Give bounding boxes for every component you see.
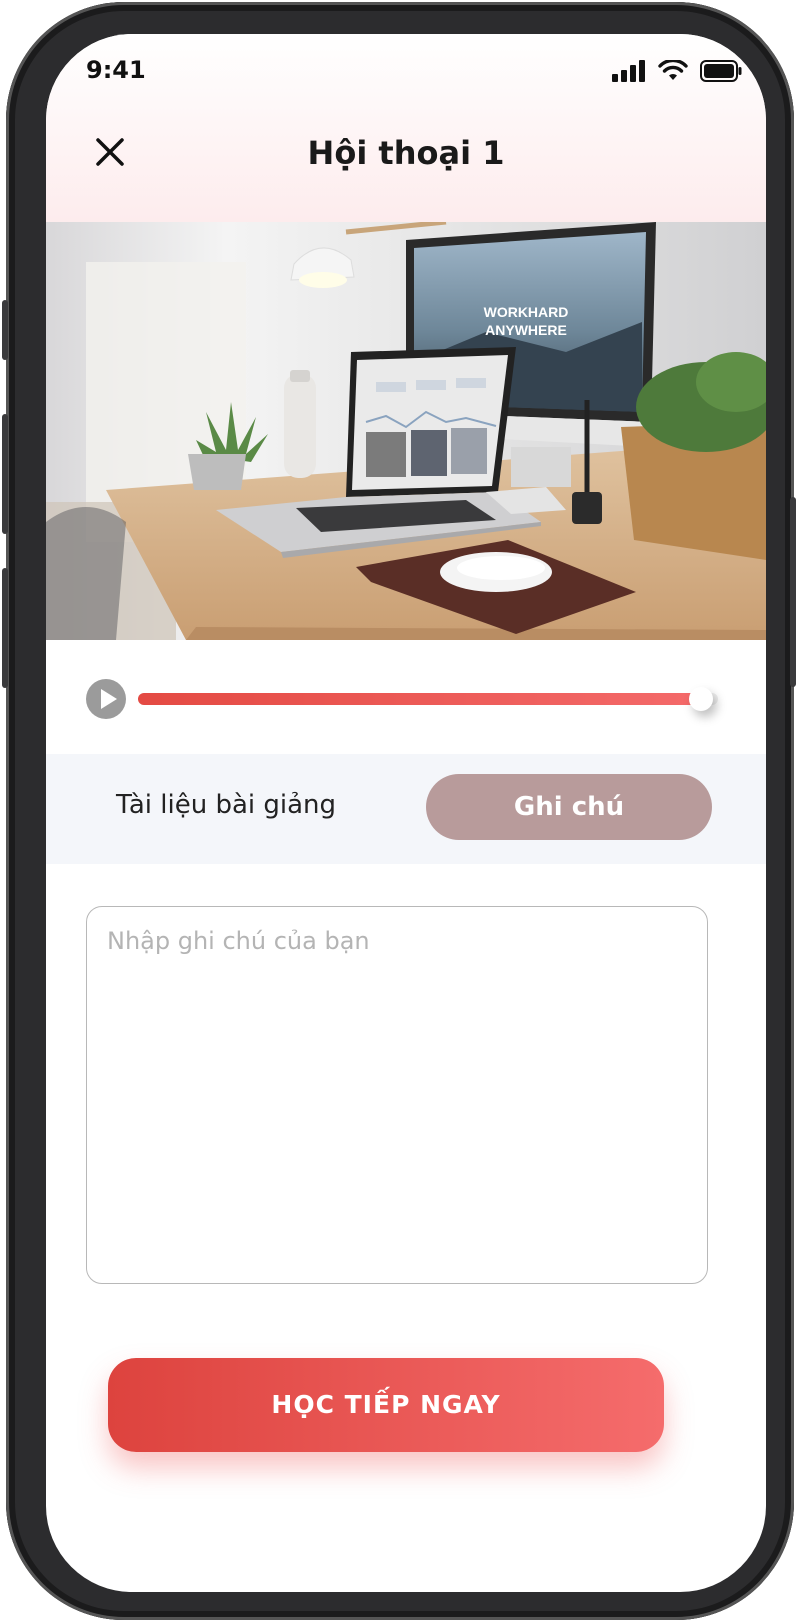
phone-frame: 9:41 Hội thoại 1 WORKHARD ANYWHERE Tài l… <box>2 2 796 1620</box>
battery-icon <box>700 60 742 82</box>
power-button <box>790 497 796 687</box>
play-icon <box>101 689 117 709</box>
screen: 9:41 Hội thoại 1 WORKHARD ANYWHERE Tài l… <box>46 34 766 1592</box>
note-box <box>86 906 708 1284</box>
page-title: Hội thoại 1 <box>307 134 505 172</box>
monitor-text-2: ANYWHERE <box>485 322 567 338</box>
volume-down-button <box>2 568 8 688</box>
note-input[interactable] <box>105 925 689 1269</box>
progress-track[interactable] <box>138 687 718 711</box>
play-button[interactable] <box>86 679 126 719</box>
continue-learning-button[interactable]: HỌC TIẾP NGAY <box>108 1358 664 1452</box>
tab-lecture-materials[interactable]: Tài liệu bài giảng <box>116 790 336 820</box>
status-time: 9:41 <box>86 56 146 84</box>
lesson-image: WORKHARD ANYWHERE <box>46 222 766 640</box>
volume-up-button <box>2 414 8 534</box>
monitor-text-1: WORKHARD <box>484 304 569 320</box>
tab-bar: Tài liệu bài giảng Ghi chú <box>46 754 766 864</box>
signal-icon <box>612 60 645 82</box>
progress-fill <box>138 693 701 705</box>
audio-player <box>86 679 746 729</box>
wifi-icon <box>658 60 688 80</box>
status-icons <box>612 60 742 82</box>
tab-notes[interactable]: Ghi chú <box>426 774 712 840</box>
mute-switch <box>2 300 8 360</box>
progress-knob[interactable] <box>688 687 713 711</box>
